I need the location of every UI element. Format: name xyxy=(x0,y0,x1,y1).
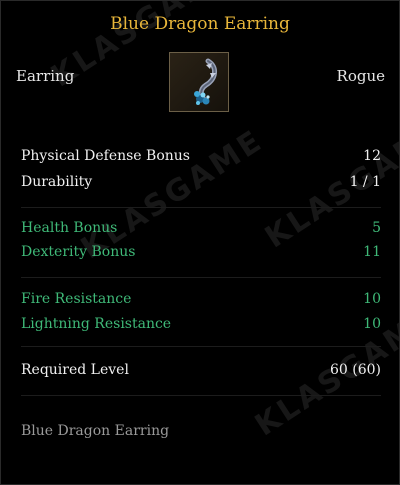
stat-row-lightning-resistance: Lightning Resistance 10 xyxy=(21,316,381,336)
stat-value: 10 xyxy=(363,316,381,332)
earring-icon xyxy=(194,58,217,105)
item-title: Blue Dragon Earring xyxy=(110,14,290,34)
divider xyxy=(21,277,381,278)
item-type: Earring xyxy=(16,67,75,85)
stat-value: 1 / 1 xyxy=(349,174,381,190)
item-icon-slot xyxy=(169,52,229,112)
item-class: Rogue xyxy=(336,67,385,85)
divider xyxy=(21,346,381,347)
stat-row-health-bonus: Health Bonus 5 xyxy=(21,220,381,240)
requirement-label: Required Level xyxy=(21,362,129,378)
stat-row-fire-resistance: Fire Resistance 10 xyxy=(21,291,381,311)
stat-label: Dexterity Bonus xyxy=(21,244,136,260)
stat-label: Fire Resistance xyxy=(21,291,132,307)
divider xyxy=(21,395,381,396)
stat-row-dexterity-bonus: Dexterity Bonus 11 xyxy=(21,244,381,264)
stat-value: 12 xyxy=(363,148,381,164)
stat-row-durability: Durability 1 / 1 xyxy=(21,174,381,194)
stat-label: Physical Defense Bonus xyxy=(21,148,190,164)
stat-label: Health Bonus xyxy=(21,220,118,236)
stat-value: 5 xyxy=(372,220,381,236)
stat-value: 10 xyxy=(363,291,381,307)
divider xyxy=(21,207,381,208)
description-text: Blue Dragon Earring xyxy=(21,423,170,439)
requirement-value: 60 (60) xyxy=(329,362,381,378)
stat-row-physical-defense: Physical Defense Bonus 12 xyxy=(21,148,381,168)
item-tooltip: KLASGAME KLASGAME KLASGAME KLASGAME Blue… xyxy=(0,0,400,485)
stat-value: 11 xyxy=(363,244,381,260)
stat-label: Lightning Resistance xyxy=(21,316,172,332)
stat-label: Durability xyxy=(21,174,93,190)
required-level-row: Required Level 60 (60) xyxy=(21,362,381,382)
item-description: Blue Dragon Earring xyxy=(21,423,381,443)
